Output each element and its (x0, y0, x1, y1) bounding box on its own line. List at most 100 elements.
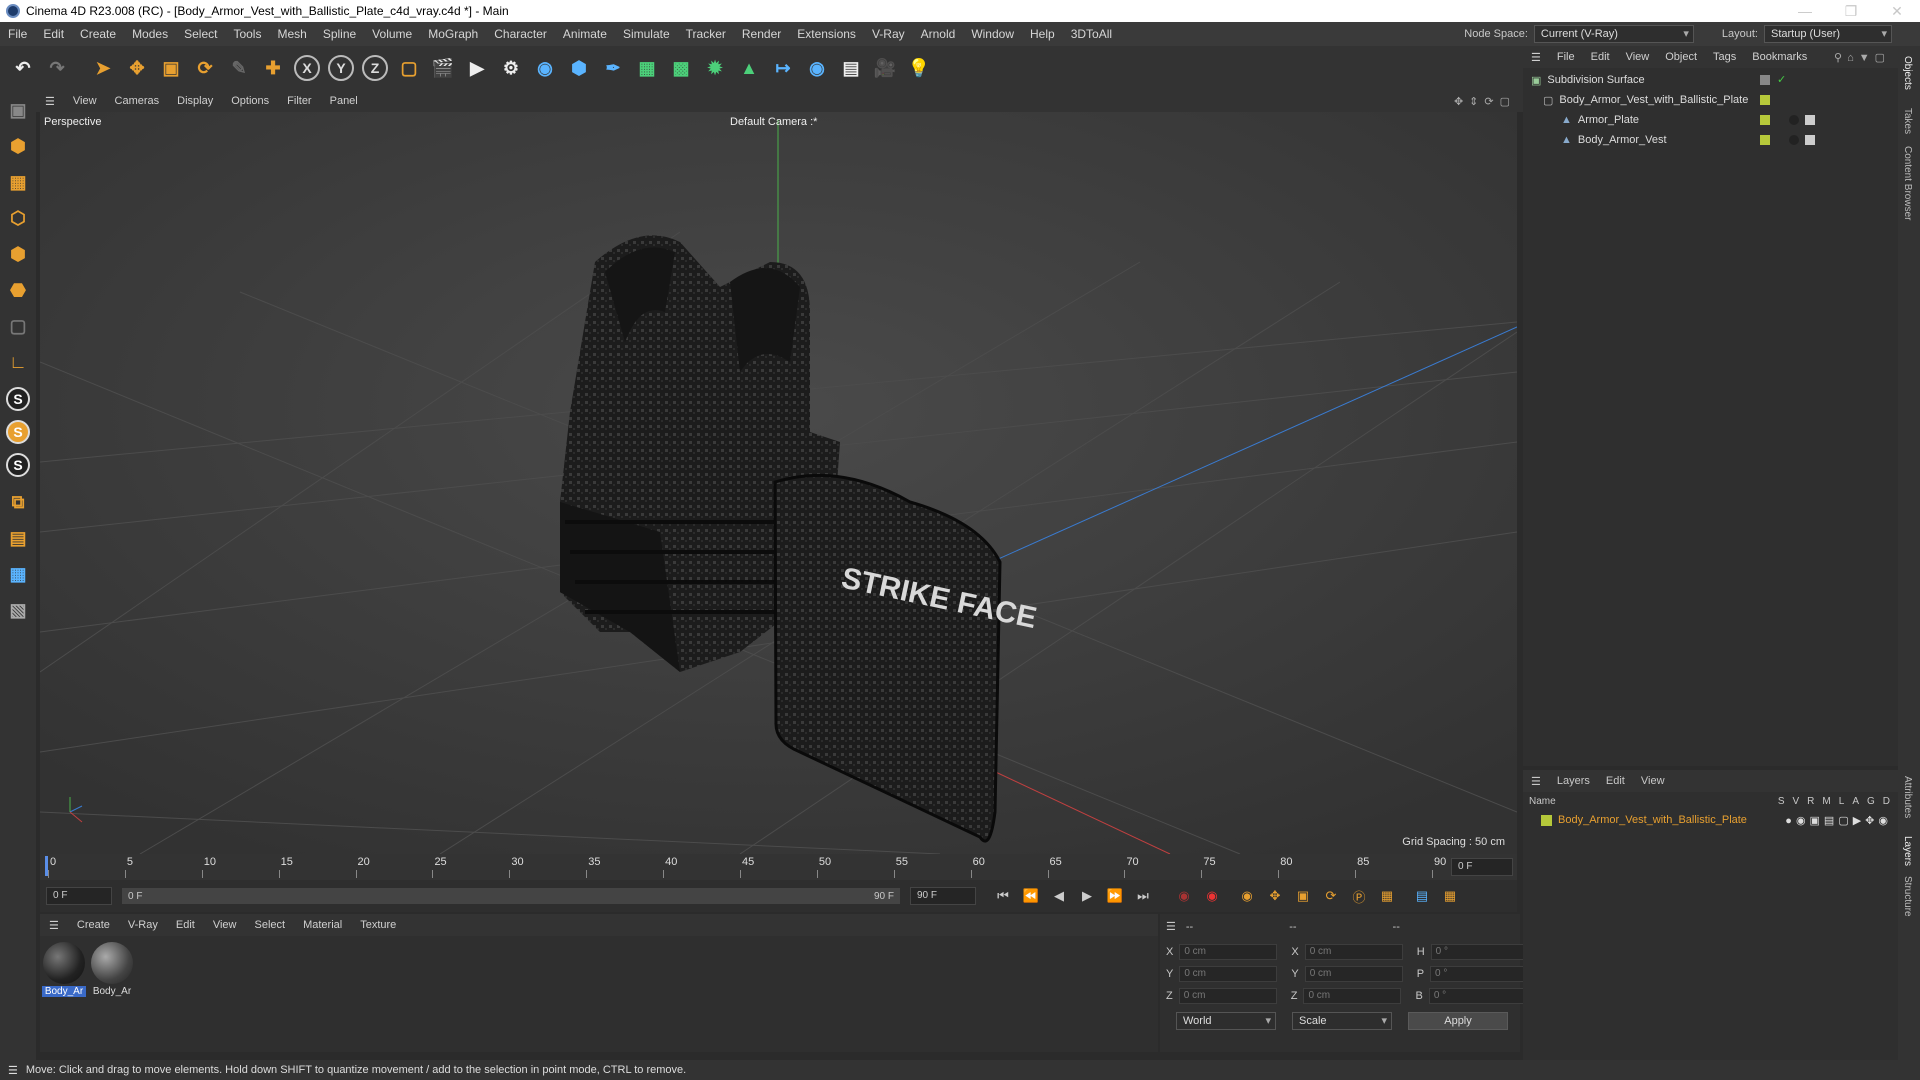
size-y-field[interactable]: 0 cm (1304, 966, 1403, 982)
material-swatch[interactable]: Body_Ar (90, 942, 134, 997)
layer-row[interactable]: Body_Armor_Vest_with_Ballistic_Plate ●◉▣… (1523, 810, 1898, 830)
y-axis-lock-icon[interactable]: Y (328, 55, 354, 81)
goto-start-icon[interactable]: ⏮ (992, 885, 1014, 907)
layer-menu-edit[interactable]: Edit (1598, 775, 1633, 787)
node-space-dropdown[interactable]: Current (V-Ray) (1533, 25, 1694, 43)
subdivision-generator-icon[interactable]: ▦ (632, 51, 662, 85)
minimize-icon[interactable]: — (1782, 0, 1828, 22)
viewport-menu-filter[interactable]: Filter (278, 95, 320, 107)
layout-dropdown[interactable]: Startup (User) (1764, 25, 1892, 43)
point-mode-icon[interactable]: ⬡ (3, 202, 33, 234)
material-menu-material[interactable]: Material (294, 919, 351, 931)
material-menu-select[interactable]: Select (246, 919, 295, 931)
menu-character[interactable]: Character (486, 27, 555, 41)
scale-tool-icon[interactable]: ▣ (156, 51, 186, 85)
layer-hamburger-icon[interactable]: ☰ (1523, 775, 1549, 788)
workplane-icon[interactable]: ▤ (3, 522, 33, 554)
rotation-h-field[interactable]: 0 ° (1430, 944, 1529, 960)
menu-mograph[interactable]: MoGraph (420, 27, 486, 41)
material-hamburger-icon[interactable]: ☰ (40, 919, 68, 932)
play-icon[interactable]: ▶ (1076, 885, 1098, 907)
undo-icon[interactable]: ↶ (8, 51, 38, 85)
menu-animate[interactable]: Animate (555, 27, 615, 41)
tab-objects[interactable]: Objects (1902, 56, 1913, 90)
grid-icon[interactable]: ▦ (3, 558, 33, 590)
model-mode-icon[interactable]: ▣ (3, 94, 33, 126)
viewport-menu-view[interactable]: View (64, 95, 106, 107)
render-view-icon[interactable]: ▶ (462, 51, 492, 85)
spline-pen-icon[interactable]: ✒ (598, 51, 628, 85)
snap-icon[interactable]: S (6, 387, 30, 411)
frame-range-slider[interactable]: 0 F 90 F (122, 888, 900, 904)
quantize-icon[interactable]: S (6, 453, 30, 477)
key-rotation-icon[interactable]: ⟳ (1320, 885, 1342, 907)
menu-render[interactable]: Render (734, 27, 789, 41)
menu-tracker[interactable]: Tracker (678, 27, 734, 41)
uv-mode-icon[interactable]: ▢ (3, 310, 33, 342)
deformer-icon[interactable]: ↦ (768, 51, 798, 85)
material-menu-edit[interactable]: Edit (167, 919, 204, 931)
prev-frame-icon[interactable]: ◀ (1048, 885, 1070, 907)
material-menu-view[interactable]: View (204, 919, 246, 931)
menu-help[interactable]: Help (1022, 27, 1063, 41)
current-frame-field[interactable]: 0 F (1451, 858, 1513, 876)
rotation-b-field[interactable]: 0 ° (1428, 988, 1527, 1004)
menu-mesh[interactable]: Mesh (269, 27, 314, 41)
viewport-hamburger-icon[interactable]: ☰ (36, 95, 64, 108)
axis-mode-icon[interactable]: ∟ (3, 346, 33, 378)
next-frame-icon[interactable]: ⏩ (1104, 885, 1126, 907)
tab-structure[interactable]: Structure (1902, 876, 1913, 917)
viewport-camera-name[interactable]: Default Camera :* (730, 116, 817, 128)
enabled-check-icon[interactable]: ✓ (1777, 73, 1786, 86)
apply-button[interactable]: Apply (1408, 1012, 1508, 1030)
position-z-field[interactable]: 0 cm (1178, 988, 1277, 1004)
rotation-p-field[interactable]: 0 ° (1430, 966, 1529, 982)
object-search-icon[interactable]: ⚲⌂▼▢ (1834, 51, 1890, 64)
menu-window[interactable]: Window (963, 27, 1022, 41)
add-object-icon[interactable]: ✚ (258, 51, 288, 85)
tree-item[interactable]: ▢ Body_Armor_Vest_with_Ballistic_Plate (1523, 90, 1898, 110)
floor-icon[interactable]: ▤ (836, 51, 866, 85)
object-menu-edit[interactable]: Edit (1583, 51, 1618, 63)
viewport-menu-display[interactable]: Display (168, 95, 222, 107)
z-axis-lock-icon[interactable]: Z (362, 55, 388, 81)
restore-icon[interactable]: ❐ (1828, 0, 1874, 22)
texture-mode-icon[interactable]: ▦ (3, 166, 33, 198)
texture-tag-icon[interactable] (1805, 135, 1815, 145)
coordinate-system-icon[interactable]: ▢ (394, 51, 424, 85)
coords-hamburger-icon[interactable]: ☰ (1166, 920, 1176, 933)
layer-menu-view[interactable]: View (1633, 775, 1673, 787)
x-axis-lock-icon[interactable]: X (294, 55, 320, 81)
close-icon[interactable]: ✕ (1874, 0, 1920, 22)
tab-layers[interactable]: Layers (1902, 836, 1913, 866)
autokey-icon[interactable]: ◉ (1201, 885, 1223, 907)
edge-mode-icon[interactable]: ⬢ (3, 238, 33, 270)
coord-space-dropdown[interactable]: World (1176, 1012, 1276, 1030)
rotate-tool-icon[interactable]: ⟳ (190, 51, 220, 85)
material-menu-vray[interactable]: V-Ray (119, 919, 167, 931)
select-tool-icon[interactable]: ➤ (88, 51, 118, 85)
object-hamburger-icon[interactable]: ☰ (1523, 51, 1549, 64)
menu-select[interactable]: Select (176, 27, 225, 41)
timeline-ruler[interactable]: 0 5 10 15 20 25 30 35 40 45 50 55 60 65 70 75 80 85 90 0 F (40, 854, 1517, 880)
light-icon[interactable]: 💡 (904, 51, 934, 85)
texture-tag-icon[interactable] (1805, 115, 1815, 125)
layer-color-swatch[interactable] (1541, 814, 1552, 826)
record-active-icon[interactable]: ◉ (1173, 885, 1195, 907)
viewport-nav-icons[interactable]: ✥⇕⟳▢ (1454, 95, 1516, 108)
snap-settings-icon[interactable]: S (6, 420, 30, 444)
key-pla-icon[interactable]: ▦ (1376, 885, 1398, 907)
motion-path-icon[interactable]: ▤ (1411, 885, 1433, 907)
key-position-icon[interactable]: ✥ (1264, 885, 1286, 907)
viewport-menu-options[interactable]: Options (222, 95, 278, 107)
tab-attributes[interactable]: Attributes (1902, 776, 1913, 818)
redo-icon[interactable]: ↷ (42, 51, 72, 85)
object-menu-tags[interactable]: Tags (1705, 51, 1744, 63)
live-selection-icon[interactable]: ✎ (224, 51, 254, 85)
size-z-field[interactable]: 0 cm (1303, 988, 1402, 1004)
menu-extensions[interactable]: Extensions (789, 27, 864, 41)
menu-simulate[interactable]: Simulate (615, 27, 678, 41)
menu-arnold[interactable]: Arnold (913, 27, 964, 41)
viewport-menu-panel[interactable]: Panel (321, 95, 367, 107)
object-mode-icon[interactable]: ⬢ (3, 130, 33, 162)
